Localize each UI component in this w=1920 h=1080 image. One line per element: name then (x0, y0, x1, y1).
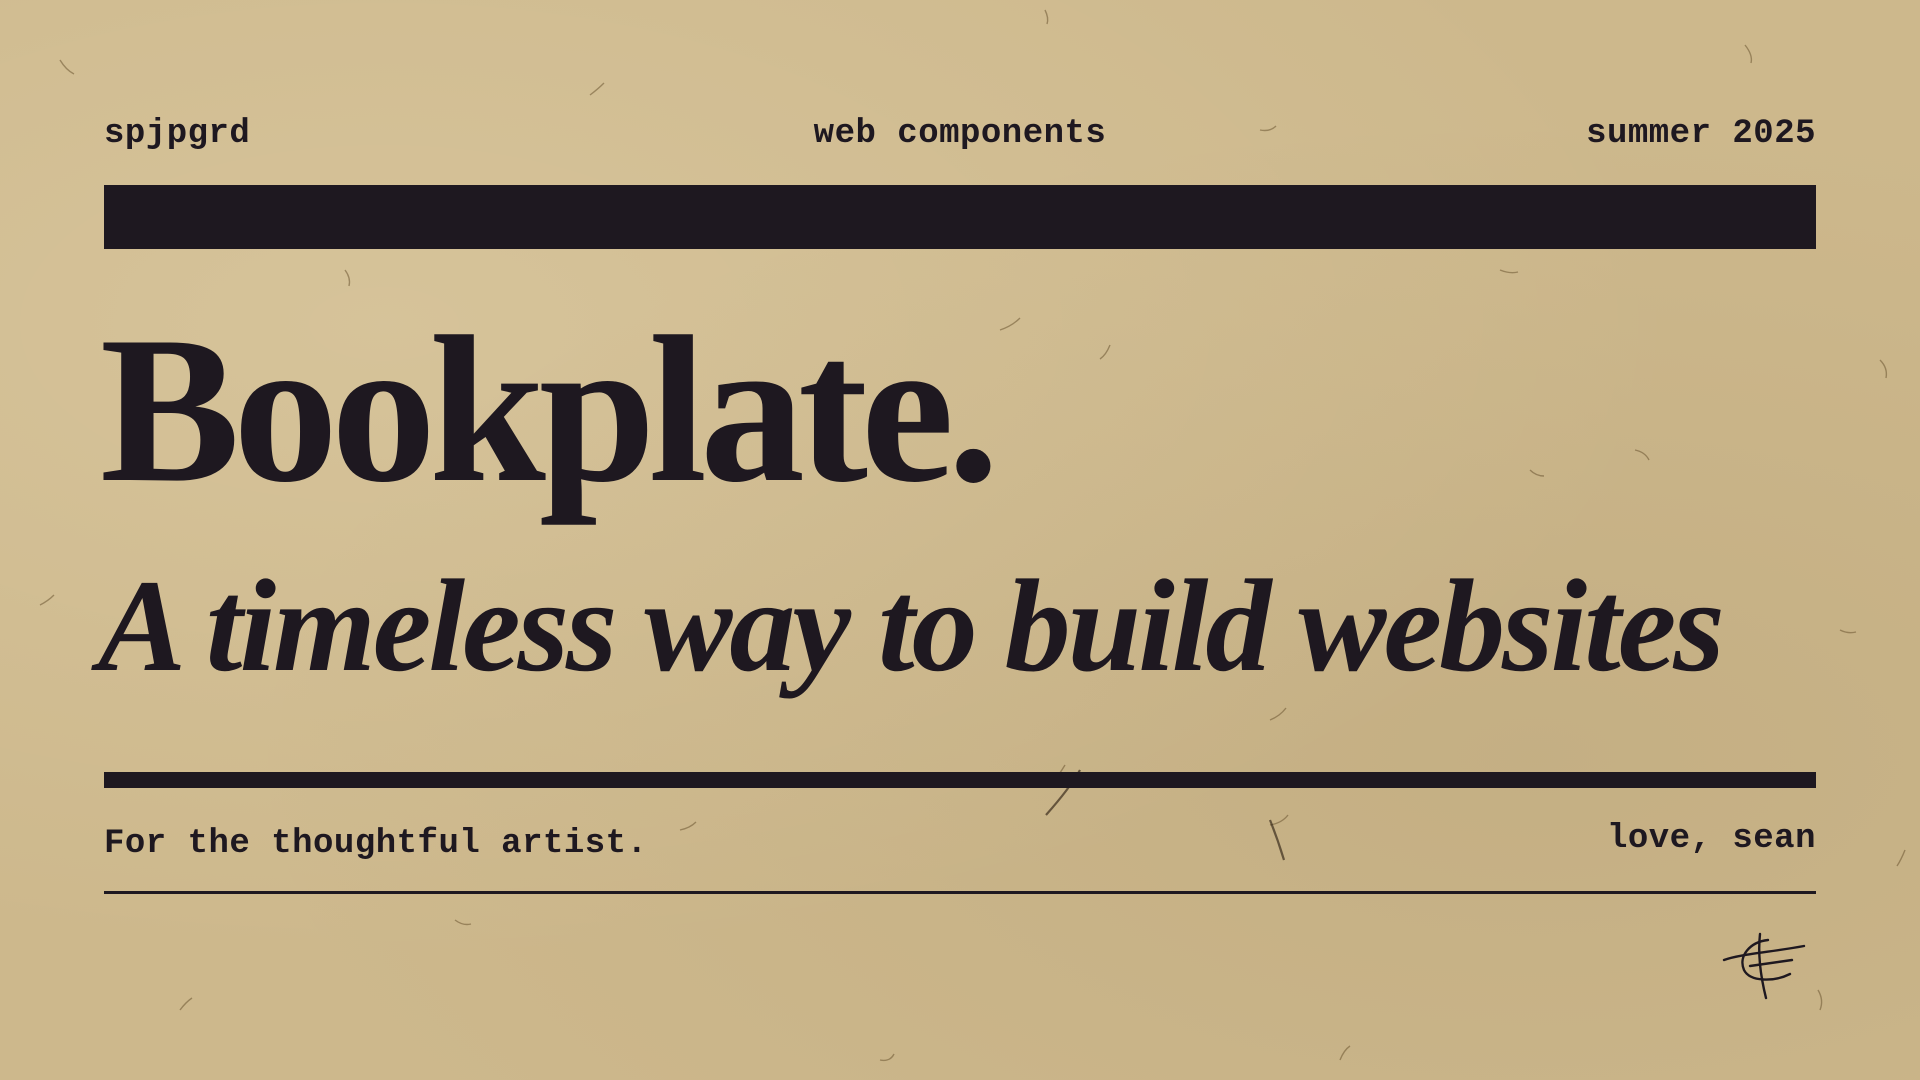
thick-divider-bar (104, 185, 1816, 249)
header-date: summer 2025 (1586, 115, 1816, 153)
medium-divider-bar (104, 772, 1816, 788)
page-subtitle: A timeless way to build websites (98, 552, 1725, 699)
monogram-signature-icon (1722, 932, 1806, 1000)
signoff: love, sean (1606, 820, 1816, 858)
paper-fibers (39, 9, 1906, 1062)
page-title: Bookplate. (100, 294, 1000, 526)
tagline: For the thoughtful artist. (104, 825, 648, 863)
thin-divider-rule (104, 891, 1816, 894)
